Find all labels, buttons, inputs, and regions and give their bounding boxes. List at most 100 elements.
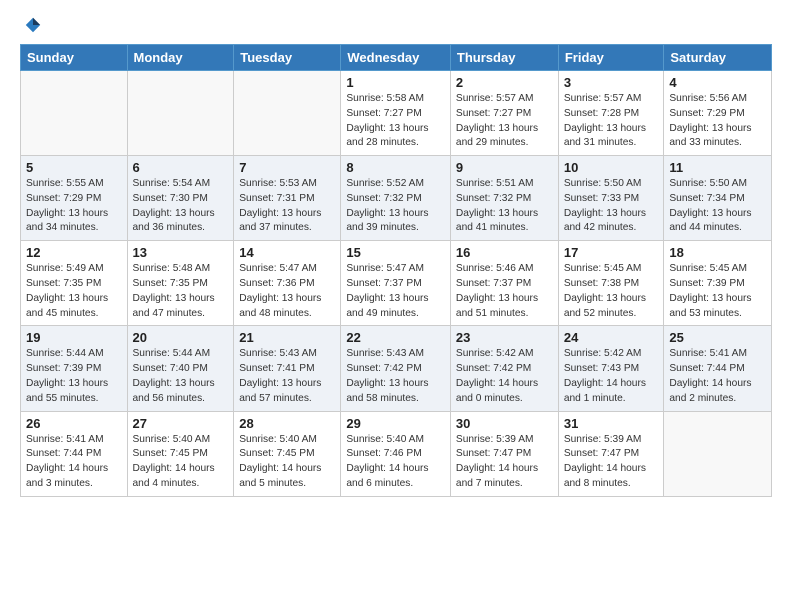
calendar-cell: 5 Sunrise: 5:55 AM Sunset: 7:29 PM Daylig… — [21, 156, 128, 241]
day-info: Sunrise: 5:41 AM Sunset: 7:44 PM Dayligh… — [26, 433, 122, 492]
calendar-cell: 7 Sunrise: 5:53 AM Sunset: 7:31 PM Daylig… — [234, 156, 341, 241]
calendar-cell: 9 Sunrise: 5:51 AM Sunset: 7:32 PM Daylig… — [450, 156, 558, 241]
day-info: Sunrise: 5:54 AM Sunset: 7:30 PM Dayligh… — [133, 177, 229, 236]
header — [20, 16, 772, 34]
calendar-week-row: 1Sunrise: 5:58 AM Sunset: 7:27 PM Daylig… — [21, 71, 772, 156]
day-info: Sunrise: 5:48 AM Sunset: 7:35 PM Dayligh… — [133, 262, 229, 321]
calendar-week-row: 12 Sunrise: 5:49 AM Sunset: 7:35 PM Dayli… — [21, 241, 772, 326]
day-number: 8 — [346, 160, 445, 175]
day-info: Sunrise: 5:40 AM Sunset: 7:46 PM Dayligh… — [346, 433, 445, 492]
calendar-week-row: 26Sunrise: 5:41 AM Sunset: 7:44 PM Dayli… — [21, 411, 772, 496]
day-number: 4 — [669, 75, 766, 90]
day-number: 3 — [564, 75, 659, 90]
day-info: Sunrise: 5:40 AM Sunset: 7:45 PM Dayligh… — [133, 433, 229, 492]
day-info: Sunrise: 5:56 AM Sunset: 7:29 PM Dayligh… — [669, 92, 766, 151]
calendar-week-row: 5 Sunrise: 5:55 AM Sunset: 7:29 PM Daylig… — [21, 156, 772, 241]
day-number: 23 — [456, 330, 553, 345]
calendar-cell: 13Sunrise: 5:48 AM Sunset: 7:35 PM Dayli… — [127, 241, 234, 326]
day-number: 10 — [564, 160, 659, 175]
calendar-cell: 19Sunrise: 5:44 AM Sunset: 7:39 PM Dayli… — [21, 326, 128, 411]
calendar-cell — [664, 411, 772, 496]
calendar-cell: 12 Sunrise: 5:49 AM Sunset: 7:35 PM Dayli… — [21, 241, 128, 326]
logo — [20, 16, 42, 34]
day-number: 17 — [564, 245, 659, 260]
day-number: 12 — [26, 245, 122, 260]
weekday-header: Tuesday — [234, 45, 341, 71]
calendar-cell: 29 Sunrise: 5:40 AM Sunset: 7:46 PM Dayli… — [341, 411, 451, 496]
calendar-cell: 21 Sunrise: 5:43 AM Sunset: 7:41 PM Dayli… — [234, 326, 341, 411]
day-info: Sunrise: 5:50 AM Sunset: 7:33 PM Dayligh… — [564, 177, 659, 236]
day-number: 30 — [456, 416, 553, 431]
calendar-cell: 10 Sunrise: 5:50 AM Sunset: 7:33 PM Dayli… — [558, 156, 664, 241]
day-info: Sunrise: 5:45 AM Sunset: 7:39 PM Dayligh… — [669, 262, 766, 321]
day-info: Sunrise: 5:42 AM Sunset: 7:42 PM Dayligh… — [456, 347, 553, 406]
calendar-cell: 27Sunrise: 5:40 AM Sunset: 7:45 PM Dayli… — [127, 411, 234, 496]
day-number: 11 — [669, 160, 766, 175]
weekday-header: Thursday — [450, 45, 558, 71]
weekday-header: Wednesday — [341, 45, 451, 71]
calendar-cell: 15 Sunrise: 5:47 AM Sunset: 7:37 PM Dayli… — [341, 241, 451, 326]
day-info: Sunrise: 5:46 AM Sunset: 7:37 PM Dayligh… — [456, 262, 553, 321]
day-info: Sunrise: 5:57 AM Sunset: 7:28 PM Dayligh… — [564, 92, 659, 151]
day-number: 7 — [239, 160, 335, 175]
calendar-cell: 16 Sunrise: 5:46 AM Sunset: 7:37 PM Dayli… — [450, 241, 558, 326]
calendar-cell: 8 Sunrise: 5:52 AM Sunset: 7:32 PM Daylig… — [341, 156, 451, 241]
day-number: 6 — [133, 160, 229, 175]
day-info: Sunrise: 5:40 AM Sunset: 7:45 PM Dayligh… — [239, 433, 335, 492]
day-info: Sunrise: 5:52 AM Sunset: 7:32 PM Dayligh… — [346, 177, 445, 236]
weekday-header: Saturday — [664, 45, 772, 71]
day-info: Sunrise: 5:43 AM Sunset: 7:42 PM Dayligh… — [346, 347, 445, 406]
day-info: Sunrise: 5:49 AM Sunset: 7:35 PM Dayligh… — [26, 262, 122, 321]
calendar-cell: 1Sunrise: 5:58 AM Sunset: 7:27 PM Daylig… — [341, 71, 451, 156]
day-number: 31 — [564, 416, 659, 431]
day-number: 9 — [456, 160, 553, 175]
calendar-cell: 20Sunrise: 5:44 AM Sunset: 7:40 PM Dayli… — [127, 326, 234, 411]
calendar-cell: 22Sunrise: 5:43 AM Sunset: 7:42 PM Dayli… — [341, 326, 451, 411]
day-number: 29 — [346, 416, 445, 431]
day-number: 21 — [239, 330, 335, 345]
day-number: 5 — [26, 160, 122, 175]
calendar-cell: 3 Sunrise: 5:57 AM Sunset: 7:28 PM Daylig… — [558, 71, 664, 156]
calendar-cell: 18 Sunrise: 5:45 AM Sunset: 7:39 PM Dayli… — [664, 241, 772, 326]
day-number: 2 — [456, 75, 553, 90]
calendar-cell: 28 Sunrise: 5:40 AM Sunset: 7:45 PM Dayli… — [234, 411, 341, 496]
calendar-cell: 14Sunrise: 5:47 AM Sunset: 7:36 PM Dayli… — [234, 241, 341, 326]
day-number: 16 — [456, 245, 553, 260]
calendar-cell: 2 Sunrise: 5:57 AM Sunset: 7:27 PM Daylig… — [450, 71, 558, 156]
day-number: 24 — [564, 330, 659, 345]
calendar-cell: 26Sunrise: 5:41 AM Sunset: 7:44 PM Dayli… — [21, 411, 128, 496]
calendar-cell: 6 Sunrise: 5:54 AM Sunset: 7:30 PM Daylig… — [127, 156, 234, 241]
calendar-cell: 17 Sunrise: 5:45 AM Sunset: 7:38 PM Dayli… — [558, 241, 664, 326]
weekday-header: Monday — [127, 45, 234, 71]
weekday-header: Sunday — [21, 45, 128, 71]
day-number: 18 — [669, 245, 766, 260]
calendar-cell — [234, 71, 341, 156]
day-info: Sunrise: 5:53 AM Sunset: 7:31 PM Dayligh… — [239, 177, 335, 236]
day-info: Sunrise: 5:55 AM Sunset: 7:29 PM Dayligh… — [26, 177, 122, 236]
calendar-cell: 30Sunrise: 5:39 AM Sunset: 7:47 PM Dayli… — [450, 411, 558, 496]
day-number: 19 — [26, 330, 122, 345]
day-info: Sunrise: 5:57 AM Sunset: 7:27 PM Dayligh… — [456, 92, 553, 151]
calendar-cell: 31 Sunrise: 5:39 AM Sunset: 7:47 PM Dayli… — [558, 411, 664, 496]
calendar-cell: 24Sunrise: 5:42 AM Sunset: 7:43 PM Dayli… — [558, 326, 664, 411]
day-number: 15 — [346, 245, 445, 260]
day-info: Sunrise: 5:39 AM Sunset: 7:47 PM Dayligh… — [564, 433, 659, 492]
day-info: Sunrise: 5:47 AM Sunset: 7:37 PM Dayligh… — [346, 262, 445, 321]
day-number: 28 — [239, 416, 335, 431]
calendar-week-row: 19Sunrise: 5:44 AM Sunset: 7:39 PM Dayli… — [21, 326, 772, 411]
calendar-cell: 25 Sunrise: 5:41 AM Sunset: 7:44 PM Dayli… — [664, 326, 772, 411]
day-number: 25 — [669, 330, 766, 345]
day-info: Sunrise: 5:51 AM Sunset: 7:32 PM Dayligh… — [456, 177, 553, 236]
day-info: Sunrise: 5:41 AM Sunset: 7:44 PM Dayligh… — [669, 347, 766, 406]
calendar-header-row: SundayMondayTuesdayWednesdayThursdayFrid… — [21, 45, 772, 71]
day-number: 1 — [346, 75, 445, 90]
logo-icon — [24, 16, 42, 34]
day-info: Sunrise: 5:44 AM Sunset: 7:40 PM Dayligh… — [133, 347, 229, 406]
page: SundayMondayTuesdayWednesdayThursdayFrid… — [0, 0, 792, 513]
day-info: Sunrise: 5:45 AM Sunset: 7:38 PM Dayligh… — [564, 262, 659, 321]
weekday-header: Friday — [558, 45, 664, 71]
day-info: Sunrise: 5:43 AM Sunset: 7:41 PM Dayligh… — [239, 347, 335, 406]
day-info: Sunrise: 5:50 AM Sunset: 7:34 PM Dayligh… — [669, 177, 766, 236]
calendar-cell — [21, 71, 128, 156]
day-info: Sunrise: 5:47 AM Sunset: 7:36 PM Dayligh… — [239, 262, 335, 321]
